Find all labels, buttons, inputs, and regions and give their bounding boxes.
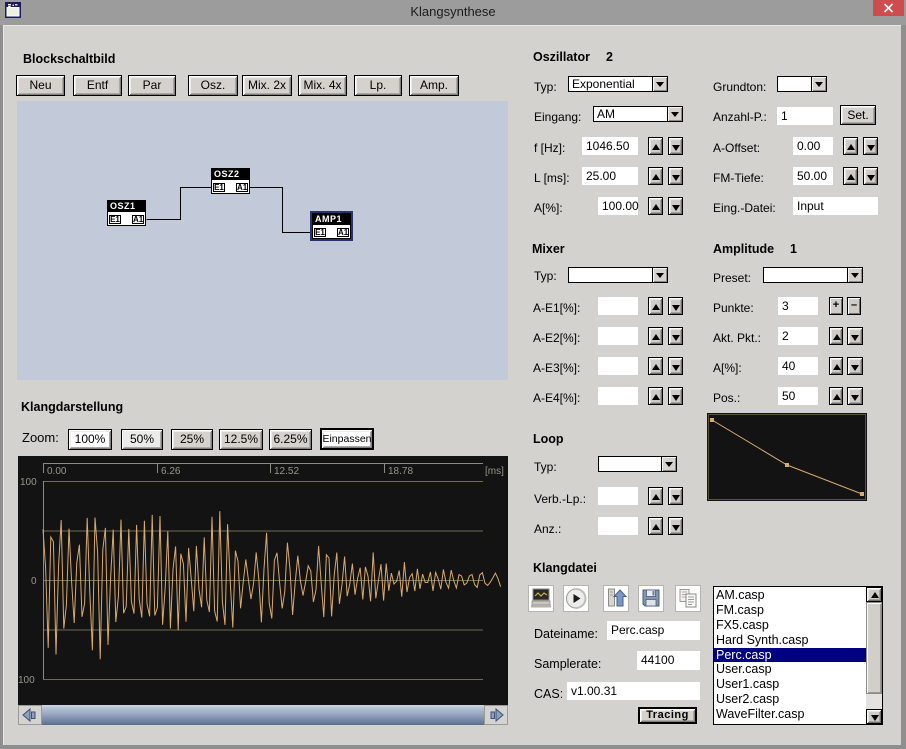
svg-text:100: 100 — [20, 477, 37, 488]
svg-text:[ms]: [ms] — [485, 466, 504, 477]
svg-text:0: 0 — [31, 576, 37, 587]
svg-text:0.00: 0.00 — [47, 466, 67, 477]
svg-text:18.78: 18.78 — [388, 466, 413, 477]
svg-text:100: 100 — [18, 675, 35, 686]
svg-text:6.26: 6.26 — [161, 466, 181, 477]
svg-text:12.52: 12.52 — [274, 466, 299, 477]
